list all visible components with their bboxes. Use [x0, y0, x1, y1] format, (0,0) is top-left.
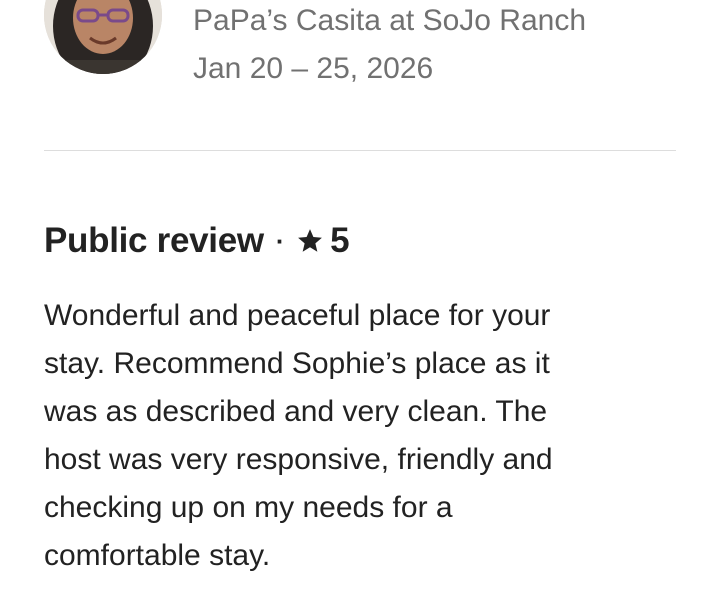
host-avatar[interactable] — [44, 0, 162, 74]
heading-separator: · — [275, 226, 285, 256]
review-text-line: stay. Recommend Sophie’s place as it — [44, 347, 550, 380]
public-review-heading: Public review · 5 — [44, 219, 350, 263]
review-text: Wonderful and peaceful place for your st… — [44, 292, 684, 580]
section-divider — [44, 150, 676, 151]
review-heading-label: Public review — [44, 221, 264, 260]
review-text-line: was as described and very clean. The — [44, 395, 548, 428]
review-text-line: comfortable stay. — [44, 539, 271, 572]
trip-dates: Jan 20 – 25, 2026 — [193, 52, 434, 85]
review-detail-page: PaPa’s Casita at SoJo Ranch Jan 20 – 25,… — [0, 0, 720, 601]
listing-name[interactable]: PaPa’s Casita at SoJo Ranch — [193, 3, 586, 39]
avatar-photo-icon — [44, 0, 162, 74]
review-header: PaPa’s Casita at SoJo Ranch Jan 20 – 25,… — [0, 0, 720, 150]
star-icon — [298, 229, 323, 252]
review-text-line: Wonderful and peaceful place for your — [44, 299, 551, 332]
review-rating: 5 — [330, 221, 350, 260]
review-text-line: checking up on my needs for a — [44, 491, 453, 524]
review-text-line: host was very responsive, friendly and — [44, 443, 553, 476]
